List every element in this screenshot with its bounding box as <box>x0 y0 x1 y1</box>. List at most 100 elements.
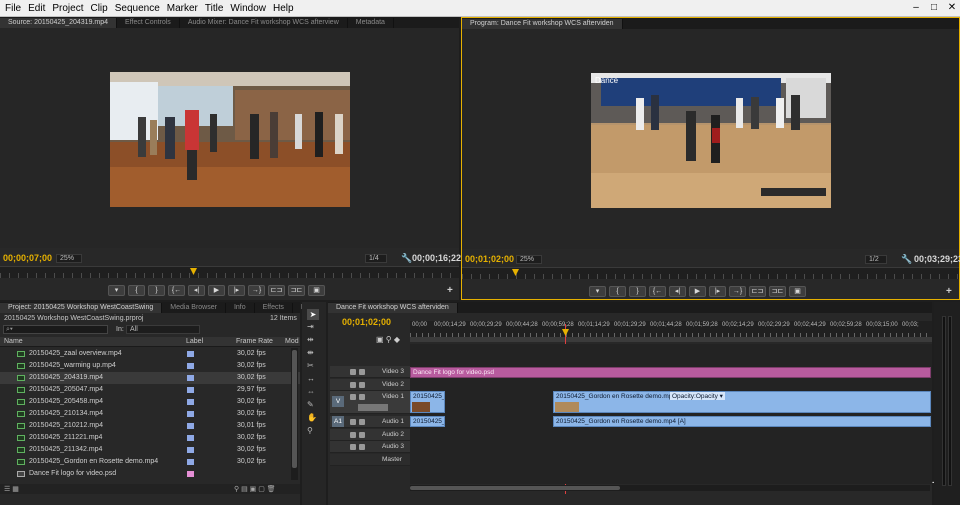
hand-tool-icon[interactable]: ✋ <box>307 413 317 422</box>
lock-icon[interactable] <box>359 369 365 375</box>
source-resolution-dropdown[interactable]: 1/4 <box>365 254 387 263</box>
mark-in-button[interactable]: { <box>128 284 145 296</box>
in-filter-dropdown[interactable]: All <box>126 325 200 334</box>
list-view-icon[interactable]: ☰ ▦ <box>4 485 19 493</box>
list-item[interactable]: 20150425_211221.mp4 30,02 fps <box>0 432 300 444</box>
speaker-icon[interactable] <box>350 432 356 438</box>
program-time-ruler[interactable] <box>462 267 959 279</box>
speaker-icon[interactable] <box>350 444 356 450</box>
keyframe-control-icon[interactable] <box>358 404 388 411</box>
menu-file[interactable]: File <box>2 3 25 14</box>
maximize-button[interactable]: □ <box>928 2 940 13</box>
go-to-in-button[interactable]: {← <box>649 285 666 297</box>
minimize-button[interactable]: – <box>910 2 922 13</box>
extract-button[interactable]: ⊐⊏ <box>769 285 786 297</box>
list-item[interactable]: 20150425_205047.mp4 29,97 fps <box>0 384 300 396</box>
tab-source[interactable]: Source: 20150425_204319.mp4 <box>0 18 118 28</box>
play-button[interactable]: ▶ <box>689 285 706 297</box>
overwrite-button[interactable]: ⊐⊏ <box>288 284 305 296</box>
list-item[interactable]: 20150425_210134.mp4 30,02 fps <box>0 408 300 420</box>
tab-sequence[interactable]: Dance Fit workshop WCS afterviden <box>328 303 458 313</box>
close-button[interactable]: ✕ <box>946 2 958 13</box>
step-forward-button[interactable]: |▸ <box>228 284 245 296</box>
menu-marker[interactable]: Marker <box>164 3 202 14</box>
tab-media-browser[interactable]: Media Browser <box>162 303 226 313</box>
timeline-horizontal-scrollbar[interactable] <box>410 485 930 491</box>
track-select-tool-icon[interactable]: ⇥ <box>307 322 314 331</box>
source-time-ruler[interactable] <box>0 266 459 278</box>
track-header-master[interactable]: Master <box>330 454 410 466</box>
program-zoom-dropdown[interactable]: 25% <box>516 255 542 264</box>
export-frame-button[interactable]: ▣ <box>789 285 806 297</box>
col-mod[interactable]: Mod <box>285 337 299 347</box>
clip-video1-a[interactable]: 20150425_w <box>410 391 445 413</box>
step-back-button[interactable]: ◂| <box>669 285 686 297</box>
track-header-audio3[interactable]: Audio 3 <box>330 441 410 453</box>
list-item[interactable]: 20150425_Gordon en Rosette demo.mp4 30,02… <box>0 456 300 468</box>
menu-help[interactable]: Help <box>270 3 298 14</box>
tab-audio-mixer[interactable]: Audio Mixer: Dance Fit workshop WCS afte… <box>180 18 348 28</box>
menu-project[interactable]: Project <box>49 3 87 14</box>
menu-edit[interactable]: Edit <box>25 3 49 14</box>
tab-project[interactable]: Project: 20150425 Workshop WestCoastSwin… <box>0 303 163 313</box>
col-label[interactable]: Label <box>186 337 203 347</box>
step-forward-button[interactable]: |▸ <box>709 285 726 297</box>
list-item[interactable]: 20150425_204319.mp4 30,02 fps <box>0 372 300 384</box>
tab-effects[interactable]: Effects <box>255 303 293 313</box>
lock-icon[interactable] <box>359 444 365 450</box>
eye-icon[interactable] <box>350 382 356 388</box>
add-marker-button[interactable]: ▾ <box>108 284 125 296</box>
mark-out-button[interactable]: } <box>629 285 646 297</box>
tab-metadata[interactable]: Metadata <box>348 18 394 28</box>
menu-clip[interactable]: Clip <box>87 3 111 14</box>
track-header-audio2[interactable]: Audio 2 <box>330 429 410 441</box>
track-header-audio1[interactable]: A1 Audio 1 <box>330 416 410 428</box>
razor-tool-icon[interactable]: ✂ <box>307 361 314 370</box>
tab-info[interactable]: Info <box>226 303 255 313</box>
project-search-input[interactable]: ⌕▾ <box>3 325 108 334</box>
program-timecode-current[interactable]: 00;01;02;00 <box>465 254 514 264</box>
program-button-editor-plus[interactable]: + <box>946 286 952 297</box>
insert-button[interactable]: ⊏⊐ <box>268 284 285 296</box>
track-header-video3[interactable]: Video 3 <box>330 366 410 378</box>
menu-sequence[interactable]: Sequence <box>112 3 164 14</box>
new-bin-icon[interactable]: ⚲ ▤ ▣ ▢ 🗑 <box>234 485 276 493</box>
source-timecode-current[interactable]: 00;00;07;00 <box>3 253 52 263</box>
clip-audio1-a[interactable]: 20150425_w <box>410 416 445 427</box>
menu-window[interactable]: Window <box>227 3 270 14</box>
list-item[interactable]: 20150425_zaal overview.mp4 30,02 fps <box>0 348 300 360</box>
snap-icon[interactable]: ▣ ⚲ ◆ <box>376 335 400 344</box>
program-resolution-dropdown[interactable]: 1/2 <box>865 255 887 264</box>
clip-video1-b[interactable]: 20150425_Gordon en Rosette demo.mp4 [V] <box>553 391 931 413</box>
source-button-editor-plus[interactable]: + <box>447 285 453 296</box>
lock-icon[interactable] <box>359 382 365 388</box>
track-header-video2[interactable]: Video 2 <box>330 379 410 391</box>
mark-in-button[interactable]: { <box>609 285 626 297</box>
rolling-edit-tool-icon[interactable]: ⇼ <box>307 348 314 357</box>
audio-target-button[interactable]: A1 <box>332 416 344 427</box>
selection-tool-icon[interactable]: ➤ <box>307 309 319 320</box>
go-to-in-button[interactable]: {← <box>168 284 185 296</box>
slide-tool-icon[interactable]: ⇔ <box>307 387 315 396</box>
clip-logo-psd[interactable]: Dance Fit logo for video.psd <box>410 367 931 378</box>
eye-icon[interactable] <box>350 369 356 375</box>
step-back-button[interactable]: ◂| <box>188 284 205 296</box>
lock-icon[interactable] <box>359 432 365 438</box>
ripple-edit-tool-icon[interactable]: ⇹ <box>307 335 314 344</box>
list-item[interactable]: 20150425_210212.mp4 30,01 fps <box>0 420 300 432</box>
mark-out-button[interactable]: } <box>148 284 165 296</box>
timeline-ruler[interactable]: 00;00 00;00;14;29 00;00;29;29 00;00;44;2… <box>410 321 932 337</box>
tab-program[interactable]: Program: Dance Fit workshop WCS aftervid… <box>462 19 623 29</box>
col-frame-rate[interactable]: Frame Rate <box>236 337 273 347</box>
list-item[interactable]: Dance Fit logo for video.psd <box>0 468 300 480</box>
source-zoom-dropdown[interactable]: 25% <box>56 254 82 263</box>
add-marker-button[interactable]: ▾ <box>589 285 606 297</box>
slip-tool-icon[interactable]: ↔ <box>307 374 315 383</box>
go-to-out-button[interactable]: →} <box>729 285 746 297</box>
wrench-icon[interactable]: 🔧 <box>901 254 912 265</box>
play-button[interactable]: ▶ <box>208 284 225 296</box>
video-target-button[interactable]: V <box>332 396 344 407</box>
go-to-out-button[interactable]: →} <box>248 284 265 296</box>
work-area-bar[interactable] <box>410 337 932 342</box>
pen-tool-icon[interactable]: ✎ <box>307 400 314 409</box>
